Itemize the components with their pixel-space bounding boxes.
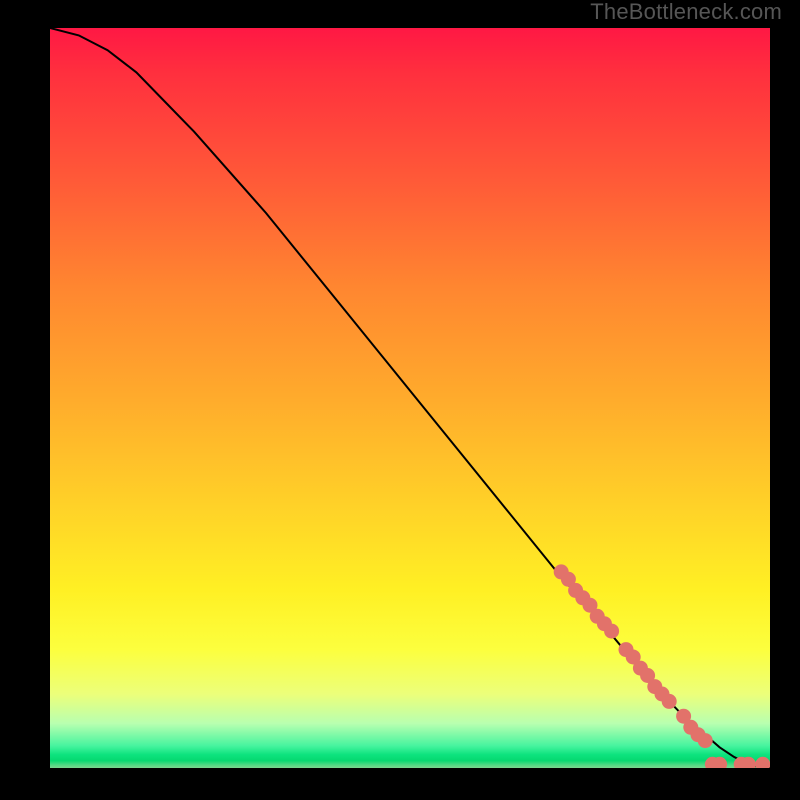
data-point [698,733,713,748]
data-point [755,757,770,768]
plot-area [50,28,770,768]
curve-markers [554,564,770,768]
chart-stage: TheBottleneck.com [0,0,800,800]
chart-svg [50,28,770,768]
data-point [604,624,619,639]
data-point [662,694,677,709]
curve-line [50,28,770,768]
attribution-label: TheBottleneck.com [590,1,782,23]
